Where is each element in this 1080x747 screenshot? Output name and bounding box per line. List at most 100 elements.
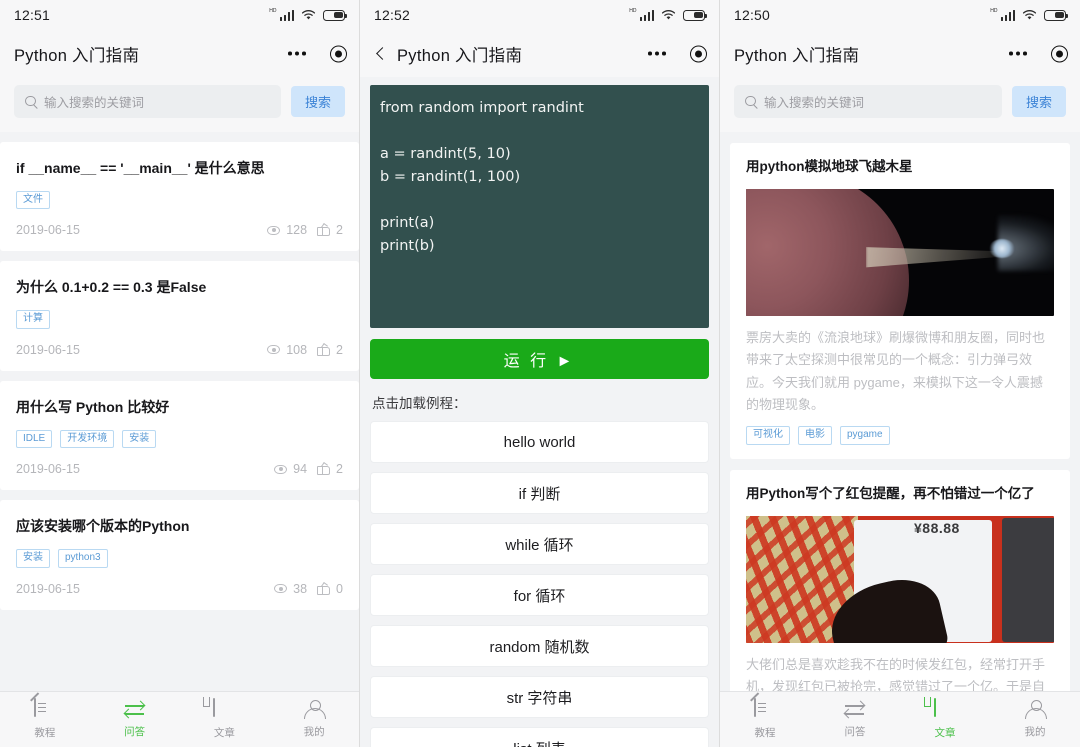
like-count: 2 (336, 223, 343, 238)
tag[interactable]: 电影 (798, 426, 832, 445)
nav-bar-3: Python 入门指南 (720, 30, 1080, 77)
qa-title: 为什么 0.1+0.2 == 0.3 是False (16, 279, 207, 296)
screen-article-list: 12:50 HD Python 入门指南 输入搜索的关键词 搜索 用python… (720, 0, 1080, 747)
tag[interactable]: pygame (840, 426, 890, 445)
view-count: 94 (293, 462, 308, 477)
example-button[interactable]: random 随机数 (370, 625, 709, 667)
article-card[interactable]: 用Python写个了红包提醒，再不怕错过一个亿了 ¥88.88 大佬们总是喜欢趁… (730, 469, 1070, 691)
thumbs-up-icon (317, 462, 331, 476)
qa-tags: 文件 (16, 190, 343, 210)
close-target-icon[interactable] (1051, 45, 1068, 62)
tab-tutorial[interactable]: 教程 (720, 698, 810, 740)
search-icon (745, 95, 757, 108)
tab-bar-1: 教程 问答 文章 我的 (0, 691, 359, 747)
qa-stats: 128 2 (267, 223, 343, 237)
tag[interactable]: 文件 (16, 190, 50, 210)
tab-label: 文章 (213, 727, 235, 739)
tab-articles[interactable]: 文章 (900, 698, 990, 740)
tag[interactable]: IDLE (16, 429, 53, 449)
search-icon (25, 95, 37, 108)
search-placeholder: 输入搜索的关键词 (44, 96, 145, 110)
article-thumbnail (746, 188, 1054, 316)
view-count: 128 (286, 223, 308, 238)
qa-list-item[interactable]: 为什么 0.1+0.2 == 0.3 是False 计算 2019-06-15 … (0, 261, 359, 371)
qa-list-item[interactable]: if __name__ == '__main__' 是什么意思 文件 2019-… (0, 142, 359, 252)
example-button[interactable]: str 字符串 (370, 676, 709, 718)
document-pencil-icon (754, 698, 776, 721)
nav-bar-1: Python 入门指南 (0, 30, 359, 77)
tab-label: 文章 (934, 727, 956, 739)
status-clock: 12:50 (734, 7, 771, 23)
qa-list-item[interactable]: 用什么写 Python 比较好 IDLE 开发环境 安装 2019-06-15 … (0, 380, 359, 491)
qa-stats: 38 0 (274, 582, 343, 596)
user-icon (1024, 700, 1047, 720)
eye-icon (267, 225, 281, 235)
tab-profile[interactable]: 我的 (990, 700, 1080, 739)
tab-qa[interactable]: 问答 (90, 700, 180, 739)
exchange-arrows-icon (124, 700, 146, 720)
second-phone-shape (1002, 517, 1054, 642)
like-count: 2 (336, 342, 343, 357)
qa-list: if __name__ == '__main__' 是什么意思 文件 2019-… (0, 132, 359, 691)
search-placeholder: 输入搜索的关键词 (764, 96, 865, 110)
qa-date: 2019-06-15 (16, 223, 80, 238)
status-clock: 12:51 (14, 7, 51, 23)
qa-list-item[interactable]: 应该安装哪个版本的Python 安装 python3 2019-06-15 38… (0, 500, 359, 610)
tab-qa[interactable]: 问答 (810, 700, 900, 739)
qa-meta: 2019-06-15 94 2 (16, 462, 343, 476)
tag[interactable]: 安装 (122, 429, 157, 449)
qa-meta: 2019-06-15 108 2 (16, 343, 343, 357)
miniprogram-capsule (288, 45, 347, 62)
tab-articles[interactable]: 文章 (180, 698, 270, 740)
article-excerpt: 票房大卖的《流浪地球》刷爆微博和朋友圈，同时也带来了太空探测中很常见的一个概念：… (746, 329, 1046, 412)
article-card[interactable]: 用python模拟地球飞越木星 票房大卖的《流浪地球》刷爆微博和朋友圈，同时也带… (730, 143, 1070, 459)
close-target-icon[interactable] (690, 45, 707, 62)
status-clock: 12:52 (374, 7, 411, 23)
back-icon[interactable] (374, 47, 388, 61)
tab-profile[interactable]: 我的 (269, 700, 359, 739)
example-button[interactable]: if 判断 (370, 472, 709, 514)
tag[interactable]: 安装 (16, 549, 50, 568)
editor-content: from random import randint a = randint(5… (360, 77, 719, 747)
example-button[interactable]: while 循环 (370, 523, 709, 565)
qa-title: if __name__ == '__main__' 是什么意思 (16, 160, 265, 176)
search-button[interactable]: 搜索 (290, 86, 345, 117)
miniprogram-capsule (648, 45, 707, 62)
screen-code-editor: 12:52 HD Python 入门指南 from random import … (360, 0, 720, 747)
user-icon (303, 700, 327, 720)
status-icons: HD (990, 9, 1068, 21)
tag[interactable]: 开发环境 (60, 429, 115, 449)
search-button[interactable]: 搜索 (1011, 86, 1066, 117)
code-editor[interactable]: from random import randint a = randint(5… (370, 85, 709, 328)
more-menu-icon[interactable] (1009, 51, 1027, 56)
example-button[interactable]: hello world (370, 421, 709, 463)
view-count: 108 (286, 342, 308, 357)
tab-tutorial[interactable]: 教程 (0, 698, 90, 740)
battery-icon (323, 9, 347, 21)
search-bar-3: 输入搜索的关键词 搜索 (720, 77, 1080, 132)
example-button[interactable]: for 循环 (370, 574, 709, 616)
red-packet-amount: ¥88.88 (914, 519, 960, 536)
eye-icon (274, 464, 288, 474)
search-input[interactable]: 输入搜索的关键词 (734, 85, 1002, 118)
tab-label: 问答 (124, 726, 146, 738)
qa-stats: 108 2 (267, 343, 343, 357)
article-tags: 可视化 电影 pygame (746, 426, 1054, 445)
tag[interactable]: python3 (58, 549, 108, 568)
three-screenshot-strip: 12:51 HD Python 入门指南 输入搜索的关键词 搜索 if __na… (0, 0, 1080, 747)
example-button[interactable]: list 列表 (370, 727, 709, 747)
qa-tags: 安装 python3 (16, 549, 343, 568)
tag[interactable]: 计算 (16, 310, 50, 329)
run-button[interactable]: 运 行 ► (370, 339, 709, 379)
article-title: 用Python写个了红包提醒，再不怕错过一个亿了 (746, 485, 1035, 501)
close-target-icon[interactable] (330, 45, 347, 62)
qa-tags: IDLE 开发环境 安装 (16, 429, 343, 449)
thumbs-up-icon (317, 223, 331, 237)
book-icon (213, 698, 235, 721)
article-thumbnail: ¥88.88 (746, 515, 1054, 643)
more-menu-icon[interactable] (288, 51, 306, 56)
more-menu-icon[interactable] (648, 51, 666, 56)
search-input[interactable]: 输入搜索的关键词 (14, 85, 281, 118)
miniprogram-capsule (1009, 45, 1068, 62)
tag[interactable]: 可视化 (746, 426, 790, 445)
